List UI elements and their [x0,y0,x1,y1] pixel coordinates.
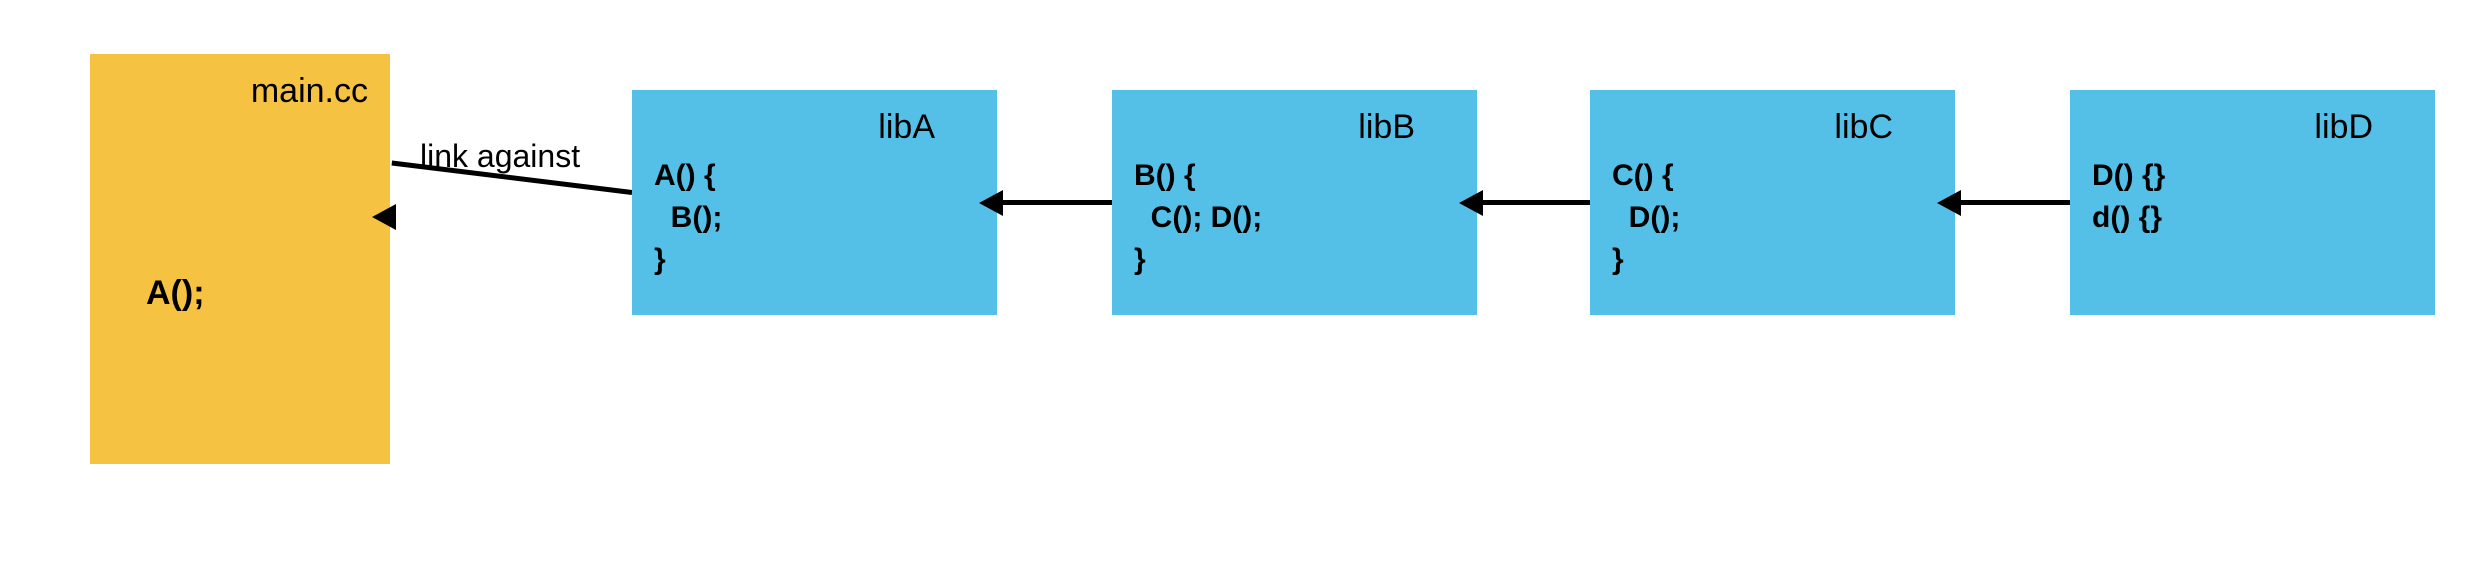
arrow-liba-to-main-head [372,204,396,230]
arrow-libd-to-libc [1955,200,2070,205]
liba-code: A() { B(); } [654,155,975,281]
liba-title: libA [654,108,975,147]
libd-box: libD D() {} d() {} [2070,90,2435,315]
libc-title: libC [1612,108,1933,147]
libb-box: libB B() { C(); D(); } [1112,90,1477,315]
libc-code: C() { D(); } [1612,155,1933,281]
arrow-libd-to-libc-head [1937,190,1961,216]
main-title: main.cc [112,72,368,111]
libd-title: libD [2092,108,2413,147]
libc-box: libC C() { D(); } [1590,90,1955,315]
arrow-libb-to-liba-head [979,190,1003,216]
liba-box: libA A() { B(); } [632,90,997,315]
libb-code: B() { C(); D(); } [1134,155,1455,281]
link-against-label: link against [420,138,580,175]
main-cc-box: main.cc A(); [90,54,390,464]
main-call-code: A(); [146,274,205,313]
arrow-libb-to-liba [997,200,1112,205]
arrow-libc-to-libb [1477,200,1590,205]
libb-title: libB [1134,108,1455,147]
arrow-libc-to-libb-head [1459,190,1483,216]
libd-code: D() {} d() {} [2092,155,2413,239]
